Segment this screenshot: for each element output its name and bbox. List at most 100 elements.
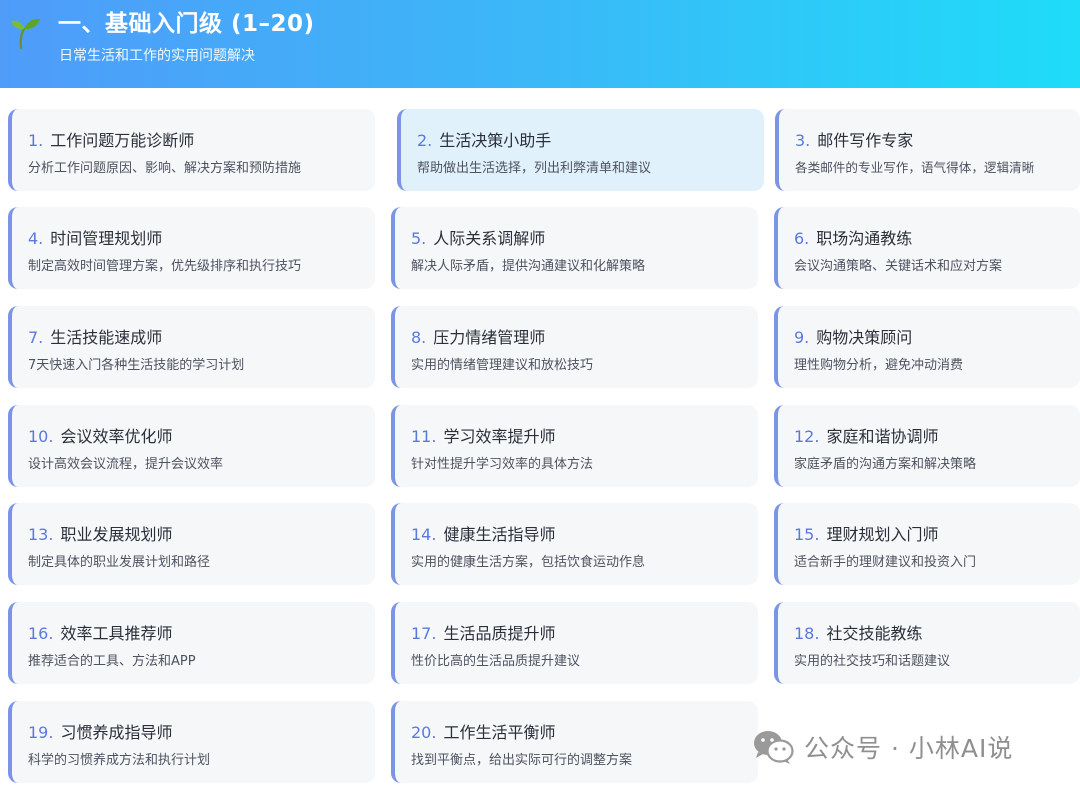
card-description: 科学的习惯养成方法和执行计划 (28, 753, 211, 768)
card-title-text: 效率工具推荐师 (60, 624, 173, 643)
card-10[interactable]: 10. 会议效率优化师 设计高效会议流程，提升会议效率 (8, 405, 375, 487)
card-title: 19. 习惯养成指导师 (28, 719, 172, 743)
card-number: 2. (417, 131, 433, 150)
card-20[interactable]: 20. 工作生活平衡师 找到平衡点，给出实际可行的调整方案 (391, 701, 758, 783)
card-13[interactable]: 13. 职业发展规划师 制定具体的职业发展计划和路径 (8, 503, 375, 585)
card-number: 1. (28, 131, 44, 150)
card-description: 各类邮件的专业写作，语气得体，逻辑清晰 (795, 160, 1035, 175)
card-number: 13. (28, 525, 54, 544)
card-description: 实用的健康生活方案，包括饮食运动作息 (411, 555, 646, 570)
card-number: 3. (795, 131, 811, 150)
card-title-text: 习惯养成指导师 (60, 723, 173, 742)
card-description: 设计高效会议流程，提升会议效率 (28, 457, 224, 472)
card-title: 15. 理财规划入门师 (794, 521, 938, 545)
card-title: 14. 健康生活指导师 (411, 521, 555, 545)
card-number: 16. (28, 624, 54, 643)
page-title: 一、基础入门级 (1–20) (58, 11, 315, 37)
card-title: 2. 生活决策小助手 (417, 127, 551, 151)
card-title-text: 邮件写作专家 (817, 131, 914, 150)
card-title: 18. 社交技能教练 (794, 620, 922, 644)
card-title-text: 生活品质提升师 (443, 624, 556, 643)
card-title: 5. 人际关系调解师 (411, 225, 545, 249)
card-title: 20. 工作生活平衡师 (411, 719, 555, 743)
card-description: 适合新手的理财建议和投资入门 (794, 555, 977, 570)
card-12[interactable]: 12. 家庭和谐协调师 家庭矛盾的沟通方案和解决策略 (774, 405, 1080, 487)
card-15[interactable]: 15. 理财规划入门师 适合新手的理财建议和投资入门 (774, 503, 1080, 585)
card-6[interactable]: 6. 职场沟通教练 会议沟通策略、关键话术和应对方案 (774, 207, 1080, 289)
card-1[interactable]: 1. 工作问题万能诊断师 分析工作问题原因、影响、解决方案和预防措施 (8, 109, 375, 191)
card-title: 4. 时间管理规划师 (28, 225, 162, 249)
card-description: 分析工作问题原因、影响、解决方案和预防措施 (28, 161, 302, 176)
card-description: 7天快速入门各种生活技能的学习计划 (28, 358, 245, 373)
card-description: 解决人际矛盾，提供沟通建议和化解策略 (411, 259, 646, 274)
card-description: 找到平衡点，给出实际可行的调整方案 (411, 753, 633, 768)
card-number: 14. (411, 525, 437, 544)
wechat-icon (754, 731, 794, 764)
card-number: 17. (411, 624, 437, 643)
card-title: 17. 生活品质提升师 (411, 620, 555, 644)
card-description: 家庭矛盾的沟通方案和解决策略 (794, 457, 977, 472)
card-4[interactable]: 4. 时间管理规划师 制定高效时间管理方案，优先级排序和执行技巧 (8, 207, 375, 289)
card-title-text: 生活技能速成师 (50, 328, 163, 347)
card-2[interactable]: 2. 生活决策小助手 帮助做出生活选择，列出利弊清单和建议 (397, 109, 764, 191)
card-9[interactable]: 9. 购物决策顾问 理性购物分析，避免冲动消费 (774, 306, 1080, 388)
card-title-text: 生活决策小助手 (439, 131, 552, 150)
card-number: 8. (411, 328, 427, 347)
card-14[interactable]: 14. 健康生活指导师 实用的健康生活方案，包括饮食运动作息 (391, 503, 758, 585)
card-description: 性价比高的生活品质提升建议 (411, 654, 581, 669)
card-description: 帮助做出生活选择，列出利弊清单和建议 (417, 161, 652, 176)
card-title: 6. 职场沟通教练 (794, 225, 912, 249)
card-number: 9. (794, 328, 810, 347)
card-title-text: 工作问题万能诊断师 (50, 131, 195, 150)
card-number: 18. (794, 624, 820, 643)
card-17[interactable]: 17. 生活品质提升师 性价比高的生活品质提升建议 (391, 602, 758, 684)
page-subtitle: 日常生活和工作的实用问题解决 (59, 48, 255, 64)
card-title-text: 家庭和谐协调师 (826, 427, 939, 446)
card-title: 3. 邮件写作专家 (795, 127, 913, 151)
card-11[interactable]: 11. 学习效率提升师 针对性提升学习效率的具体方法 (391, 405, 758, 487)
card-title: 13. 职业发展规划师 (28, 521, 172, 545)
card-number: 7. (28, 328, 44, 347)
card-description: 针对性提升学习效率的具体方法 (411, 457, 594, 472)
card-title-text: 会议效率优化师 (60, 427, 173, 446)
card-description: 实用的社交技巧和话题建议 (794, 654, 951, 669)
card-8[interactable]: 8. 压力情绪管理师 实用的情绪管理建议和放松技巧 (391, 306, 758, 388)
card-title-text: 学习效率提升师 (443, 427, 556, 446)
card-title-text: 健康生活指导师 (443, 525, 556, 544)
card-number: 19. (28, 723, 54, 742)
sprout-icon (11, 18, 40, 50)
card-7[interactable]: 7. 生活技能速成师 7天快速入门各种生活技能的学习计划 (8, 306, 375, 388)
card-title-text: 压力情绪管理师 (433, 328, 546, 347)
card-number: 6. (794, 229, 810, 248)
card-title-text: 时间管理规划师 (50, 229, 163, 248)
watermark-text: 公众号 · 小林AI说 (804, 734, 1014, 763)
card-title: 1. 工作问题万能诊断师 (28, 127, 194, 151)
card-5[interactable]: 5. 人际关系调解师 解决人际矛盾，提供沟通建议和化解策略 (391, 207, 758, 289)
card-title-text: 购物决策顾问 (816, 328, 913, 347)
card-title-text: 工作生活平衡师 (443, 723, 556, 742)
card-number: 4. (28, 229, 44, 248)
card-title: 8. 压力情绪管理师 (411, 324, 545, 348)
card-description: 理性购物分析，避免冲动消费 (794, 358, 964, 373)
card-number: 11. (411, 427, 437, 446)
card-3[interactable]: 3. 邮件写作专家 各类邮件的专业写作，语气得体，逻辑清晰 (775, 109, 1080, 191)
card-title: 9. 购物决策顾问 (794, 324, 912, 348)
card-number: 5. (411, 229, 427, 248)
card-16[interactable]: 16. 效率工具推荐师 推荐适合的工具、方法和APP (8, 602, 375, 684)
card-description: 制定具体的职业发展计划和路径 (28, 555, 211, 570)
section-header: 一、基础入门级 (1–20) 日常生活和工作的实用问题解决 (0, 0, 1080, 88)
card-19[interactable]: 19. 习惯养成指导师 科学的习惯养成方法和执行计划 (8, 701, 375, 783)
card-title: 7. 生活技能速成师 (28, 324, 162, 348)
card-number: 12. (794, 427, 820, 446)
card-description: 实用的情绪管理建议和放松技巧 (411, 358, 594, 373)
card-title-text: 职场沟通教练 (816, 229, 913, 248)
watermark: 公众号 · 小林AI说 (752, 727, 1013, 767)
card-title: 11. 学习效率提升师 (411, 423, 555, 447)
card-title-text: 人际关系调解师 (433, 229, 546, 248)
card-title: 16. 效率工具推荐师 (28, 620, 172, 644)
card-number: 15. (794, 525, 820, 544)
card-18[interactable]: 18. 社交技能教练 实用的社交技巧和话题建议 (774, 602, 1080, 684)
card-number: 20. (411, 723, 437, 742)
card-title: 10. 会议效率优化师 (28, 423, 172, 447)
card-description: 制定高效时间管理方案，优先级排序和执行技巧 (28, 259, 302, 274)
